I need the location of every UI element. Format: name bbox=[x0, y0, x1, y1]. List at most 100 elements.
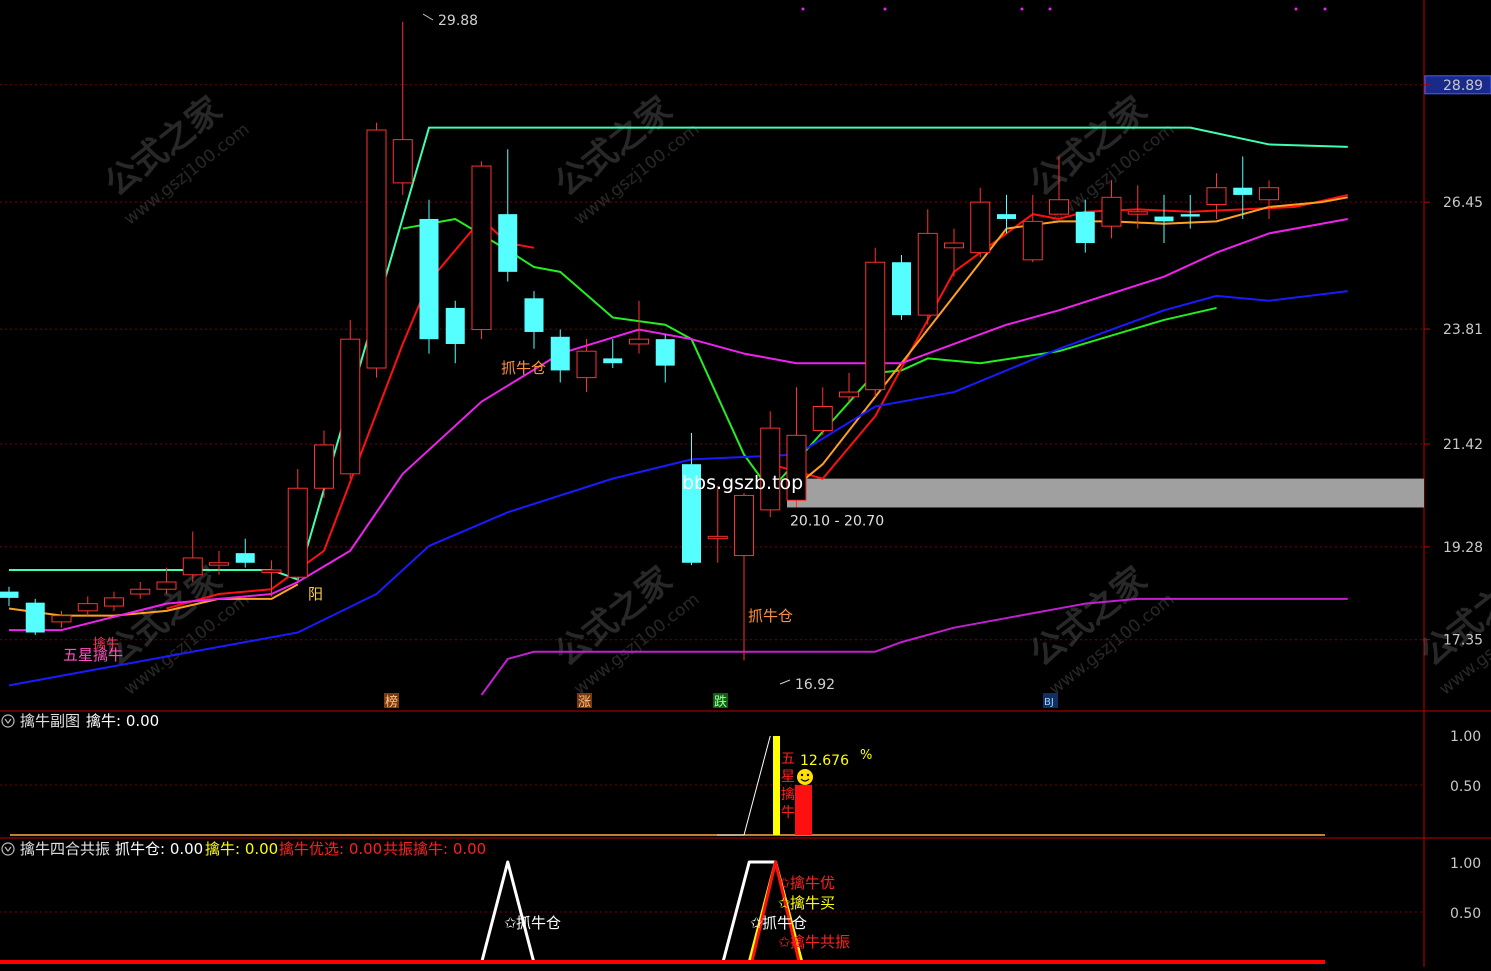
sub1-tick-1: 1.00 bbox=[1450, 729, 1481, 745]
candle-body bbox=[51, 615, 72, 623]
sub2-legend-qinniuyouxuan: 擒牛优选: 0.00 bbox=[279, 840, 382, 858]
candle-body bbox=[734, 494, 754, 557]
sub1-tick-050: 0.50 bbox=[1450, 779, 1481, 795]
sub1-pct-sign: % bbox=[860, 748, 872, 763]
candle-body bbox=[130, 588, 151, 595]
sub2-qinniumai: 擒牛买 bbox=[790, 894, 835, 912]
candle bbox=[366, 122, 387, 378]
yang-label: 阳 bbox=[308, 585, 323, 603]
candle-body bbox=[839, 391, 859, 398]
sub2-tick-050: 0.50 bbox=[1450, 906, 1481, 922]
chart-canvas[interactable]: 公式之家www.gszj100.com 公式之家www.gszj100.com 公式… bbox=[0, 0, 1491, 967]
zhang-badge-text: 涨 bbox=[578, 695, 591, 710]
qinniu-small-label: 擒牛 bbox=[93, 636, 119, 652]
candle-body bbox=[1049, 199, 1069, 215]
candle-body bbox=[340, 338, 361, 475]
candle-body bbox=[655, 339, 675, 366]
candle-body bbox=[498, 214, 518, 272]
sub2-legend-qinniu: 擒牛: 0.00 bbox=[205, 840, 278, 858]
candle-body bbox=[1101, 196, 1122, 227]
candle-body bbox=[209, 562, 229, 566]
candle-body bbox=[182, 557, 203, 576]
candle-body bbox=[812, 405, 833, 432]
sub1-vtext-4: 牛 bbox=[781, 805, 795, 821]
candle-body bbox=[997, 214, 1016, 219]
sub1-value-label: 擒牛: 0.00 bbox=[86, 712, 159, 730]
smiley-icon bbox=[797, 769, 813, 785]
sub2-zhuaniucang-b: 抓牛仓 bbox=[762, 914, 807, 932]
price-tick: 26.45 bbox=[1443, 195, 1483, 211]
candle-body bbox=[156, 581, 177, 590]
price-tick: 21.42 bbox=[1443, 437, 1483, 453]
overlay-url-text: bbs.gszb.top bbox=[682, 472, 803, 494]
candle-body bbox=[707, 535, 728, 540]
sub2-qinniuyou: 擒牛优 bbox=[790, 874, 835, 892]
candle-body bbox=[287, 487, 308, 578]
candle bbox=[892, 255, 911, 320]
high-price-marker: 29.88 bbox=[438, 13, 478, 29]
candle bbox=[25, 598, 45, 635]
price-tick: 23.81 bbox=[1443, 322, 1483, 338]
candle-body bbox=[550, 336, 570, 371]
candle bbox=[865, 247, 886, 397]
candle-body bbox=[392, 139, 413, 184]
candle-body bbox=[261, 569, 282, 573]
candle-body bbox=[1259, 187, 1279, 201]
candle-body bbox=[1127, 211, 1148, 215]
sub2-qinniugongzhen: 擒牛共振 bbox=[790, 933, 850, 951]
candle-body bbox=[471, 165, 492, 331]
sub1-pct-value: 12.676 bbox=[800, 753, 849, 769]
price-tick: 17.35 bbox=[1443, 633, 1483, 649]
candle-body bbox=[419, 218, 439, 340]
candle-body bbox=[77, 603, 98, 612]
price-zone-label: 20.10 - 20.70 bbox=[790, 513, 884, 529]
candle-body bbox=[944, 242, 964, 249]
candle-body bbox=[576, 350, 597, 379]
candle-body bbox=[445, 307, 465, 344]
sub1-yellow-bar bbox=[773, 736, 780, 835]
sub2-title: 擒牛四合共振 bbox=[20, 840, 110, 858]
stock-chart-window: 公式之家 www.gszj100.com 公式之家 www.gszj100.com 公式… bbox=[0, 0, 1491, 967]
zhuaniucang-label-2: 抓牛仓 bbox=[748, 607, 793, 625]
candle-body bbox=[865, 261, 886, 391]
candle bbox=[340, 319, 361, 479]
candle-body bbox=[1022, 220, 1043, 261]
candle-body bbox=[1075, 211, 1095, 243]
candle-body bbox=[1180, 214, 1200, 217]
price-zone-box bbox=[787, 478, 1424, 508]
sub1-vtext-2: 星 bbox=[781, 769, 795, 785]
sub1-vtext-1: 五 bbox=[781, 751, 795, 767]
candle-body bbox=[1154, 216, 1174, 222]
sub2-legend-gongzhenqinniu: 共振擒牛: 0.00 bbox=[383, 840, 486, 858]
low-price-marker: 16.92 bbox=[795, 677, 835, 693]
candle-body bbox=[1206, 187, 1227, 206]
candle-body bbox=[0, 591, 19, 598]
candle-body bbox=[629, 338, 649, 345]
candle-body bbox=[603, 358, 623, 364]
candle-body bbox=[524, 298, 544, 332]
candle-body bbox=[104, 597, 124, 607]
price-tick: 28.89 bbox=[1443, 78, 1483, 94]
candle-body bbox=[917, 232, 938, 316]
candle bbox=[419, 199, 439, 354]
candle bbox=[471, 161, 492, 340]
sub2-zhuaniucang-a: 抓牛仓 bbox=[516, 914, 561, 932]
sub2-legend-zhuaniucang: 抓牛仓: 0.00 bbox=[115, 840, 203, 858]
sub1-vtext-3: 擒 bbox=[781, 786, 795, 803]
bj-badge-text: BJ bbox=[1044, 697, 1054, 708]
candle-body bbox=[760, 427, 781, 511]
candle-body bbox=[25, 602, 45, 633]
candle-body bbox=[366, 129, 387, 369]
zhuaniucang-label-1: 抓牛仓 bbox=[501, 359, 546, 377]
sub1-red-bar bbox=[795, 785, 812, 835]
candle-body bbox=[235, 553, 255, 563]
sub1-title: 擒牛副图 bbox=[20, 712, 80, 730]
price-tick: 19.28 bbox=[1443, 540, 1483, 556]
candle-body bbox=[892, 262, 911, 316]
bang-badge-text: 榜 bbox=[385, 694, 398, 710]
sub2-tick-1: 1.00 bbox=[1450, 856, 1481, 872]
sub2-header[interactable]: 擒牛四合共振 抓牛仓: 0.00 擒牛: 0.00 擒牛优选: 0.00 共振擒… bbox=[1, 840, 486, 858]
candle-body bbox=[970, 201, 991, 254]
candle-body bbox=[1233, 187, 1253, 195]
die-badge-text: 跌 bbox=[714, 694, 727, 710]
